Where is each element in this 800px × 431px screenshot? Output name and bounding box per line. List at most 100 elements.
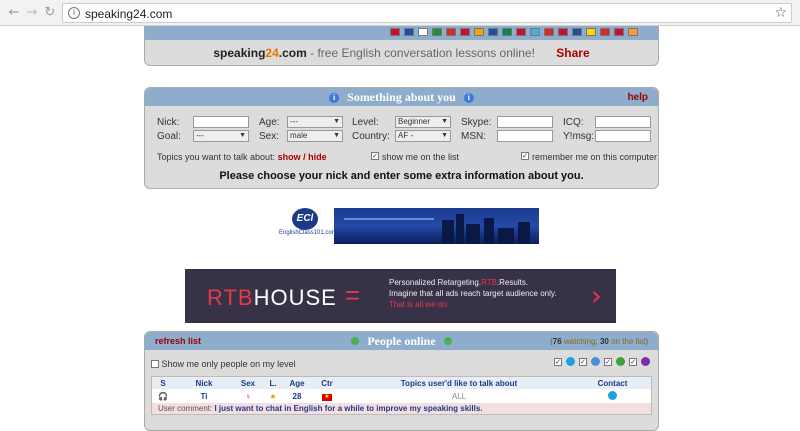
column-sex[interactable]: Sex	[234, 379, 262, 388]
language-flag-icon[interactable]	[516, 28, 526, 36]
level-filter-row: Show me only people on my level	[151, 359, 296, 369]
column-status[interactable]: S	[152, 379, 174, 388]
topics-toggle-link[interactable]: show / hide	[278, 152, 327, 162]
rtb-house-logo: RTBHOUSE	[207, 285, 337, 311]
site-name-number: 24	[265, 46, 279, 60]
ymsg-input[interactable]	[595, 130, 651, 142]
bookmark-star-icon[interactable]: ☆	[774, 5, 787, 21]
age-select[interactable]: --- ▼	[287, 116, 343, 128]
help-link[interactable]: help	[627, 92, 648, 103]
chevron-right-icon[interactable]: ›	[591, 279, 602, 312]
site-name: speaking24.com	[213, 46, 306, 60]
skype-filter-checkbox[interactable]: ✓	[554, 357, 562, 366]
site-name-prefix: speaking	[213, 46, 266, 60]
online-counts: (76 watching; 30 on the list)	[550, 337, 648, 346]
language-flag-icon[interactable]	[432, 28, 442, 36]
ymsg-filter-checkbox[interactable]: ✓	[629, 357, 637, 366]
level-star-icon: ★	[269, 391, 277, 401]
language-flag-icon[interactable]	[530, 28, 540, 36]
level-filter-checkbox[interactable]	[151, 360, 159, 368]
remember-checkbox[interactable]: ✓	[521, 152, 529, 160]
city-skyline-image[interactable]	[334, 208, 539, 244]
column-level[interactable]: L.	[262, 379, 284, 388]
language-flag-icon[interactable]	[544, 28, 554, 36]
table-row[interactable]: 🎧 Ti ♀ ★ 28 ★ ALL	[152, 389, 651, 403]
msn-input[interactable]	[497, 130, 553, 142]
sex-select[interactable]: male ▼	[287, 130, 343, 142]
user-nick[interactable]: Ti	[174, 392, 234, 401]
female-icon: ♀	[245, 391, 251, 401]
remember-label: remember me on this computer	[532, 152, 658, 162]
site-tagline: - free English conversation lessons onli…	[310, 46, 535, 60]
language-flag-icon[interactable]	[628, 28, 638, 36]
building-shape	[456, 214, 464, 244]
address-bar[interactable]: i speaking24.com ☆	[62, 3, 792, 23]
icq-filter-checkbox[interactable]: ✓	[604, 357, 612, 366]
about-you-panel: i Something about you i help Nick: Goal: -…	[144, 87, 659, 189]
site-info-icon[interactable]: i	[68, 7, 80, 19]
column-country[interactable]: Ctr	[310, 379, 344, 388]
reload-icon[interactable]: ↻	[42, 5, 58, 21]
englishclass-logo-text: EnglishClass101.com	[279, 230, 337, 236]
column-age[interactable]: Age	[284, 379, 310, 388]
language-flag-icon[interactable]	[446, 28, 456, 36]
icq-icon	[616, 357, 625, 366]
level-label: Level:	[352, 117, 379, 128]
building-shape	[442, 220, 454, 244]
goal-label: Goal:	[157, 131, 181, 142]
user-comment: User comment: I just want to chat in Eng…	[152, 403, 651, 414]
language-flag-icon[interactable]	[600, 28, 610, 36]
info-icon: i	[463, 93, 474, 103]
language-flag-icon[interactable]	[390, 28, 400, 36]
building-shape	[498, 228, 514, 244]
instruction-text: Please choose your nick and enter some e…	[219, 170, 584, 182]
chevron-down-icon: ▼	[333, 118, 340, 125]
user-topics: ALL	[451, 391, 467, 401]
user-comment-text: I just want to chat in English for a whi…	[214, 404, 483, 413]
site-name-suffix: .com	[278, 46, 307, 60]
goal-select[interactable]: --- ▼	[193, 130, 249, 142]
user-age: 28	[292, 391, 302, 401]
back-arrow-icon[interactable]: ←	[6, 5, 22, 21]
rtb-line-1: Personalized Retargeting.RTB.Results.	[389, 277, 579, 288]
address-url[interactable]: speaking24.com	[85, 7, 172, 21]
sex-label: Sex:	[259, 131, 280, 142]
share-link[interactable]: Share	[556, 46, 589, 60]
nick-input[interactable]	[193, 116, 249, 128]
language-flag-icon[interactable]	[586, 28, 596, 36]
about-title-text: Something about you	[347, 90, 456, 104]
language-flag-icon[interactable]	[488, 28, 498, 36]
show-on-list-checkbox[interactable]: ✓	[371, 152, 379, 160]
englishclass-logo[interactable]: ECl EnglishClass101.com	[279, 208, 337, 244]
forward-arrow-icon[interactable]: →	[24, 5, 40, 21]
site-header-panel: speaking24.com - free English conversati…	[144, 26, 659, 66]
englishclass-ad[interactable]: ECl EnglishClass101.com	[279, 208, 539, 244]
language-flag-icon[interactable]	[502, 28, 512, 36]
topics-row: Topics you want to talk about: show / hi…	[157, 152, 327, 162]
vietnam-flag-icon: ★	[322, 394, 332, 401]
level-select[interactable]: Beginner ▼	[395, 116, 451, 128]
msn-filter-checkbox[interactable]: ✓	[579, 357, 587, 366]
icq-input[interactable]	[595, 116, 651, 128]
language-flag-icon[interactable]	[418, 28, 428, 36]
show-on-list-label: show me on the list	[382, 152, 460, 162]
language-flag-icon[interactable]	[474, 28, 484, 36]
msn-icon	[591, 357, 600, 366]
column-nick[interactable]: Nick	[174, 379, 234, 388]
language-flag-icon[interactable]	[460, 28, 470, 36]
language-flag-icon[interactable]	[614, 28, 624, 36]
country-select-value: AF - Afghanistan	[398, 131, 414, 140]
level-filter-label: Show me only people on my level	[161, 359, 296, 369]
chevron-down-icon: ▼	[441, 118, 448, 125]
age-label: Age:	[259, 117, 280, 128]
equals-icon: =	[345, 280, 361, 310]
language-flag-icon[interactable]	[572, 28, 582, 36]
language-flag-icon[interactable]	[404, 28, 414, 36]
skype-icon[interactable]	[608, 390, 617, 400]
skype-input[interactable]	[497, 116, 553, 128]
info-icon: i	[329, 93, 340, 103]
contact-filters: ✓ ✓ ✓ ✓	[554, 357, 650, 366]
country-select[interactable]: AF - Afghanistan ▼	[395, 130, 451, 142]
language-flag-icon[interactable]	[558, 28, 568, 36]
rtb-house-ad[interactable]: RTBHOUSE = Personalized Retargeting.RTB.…	[185, 269, 616, 323]
